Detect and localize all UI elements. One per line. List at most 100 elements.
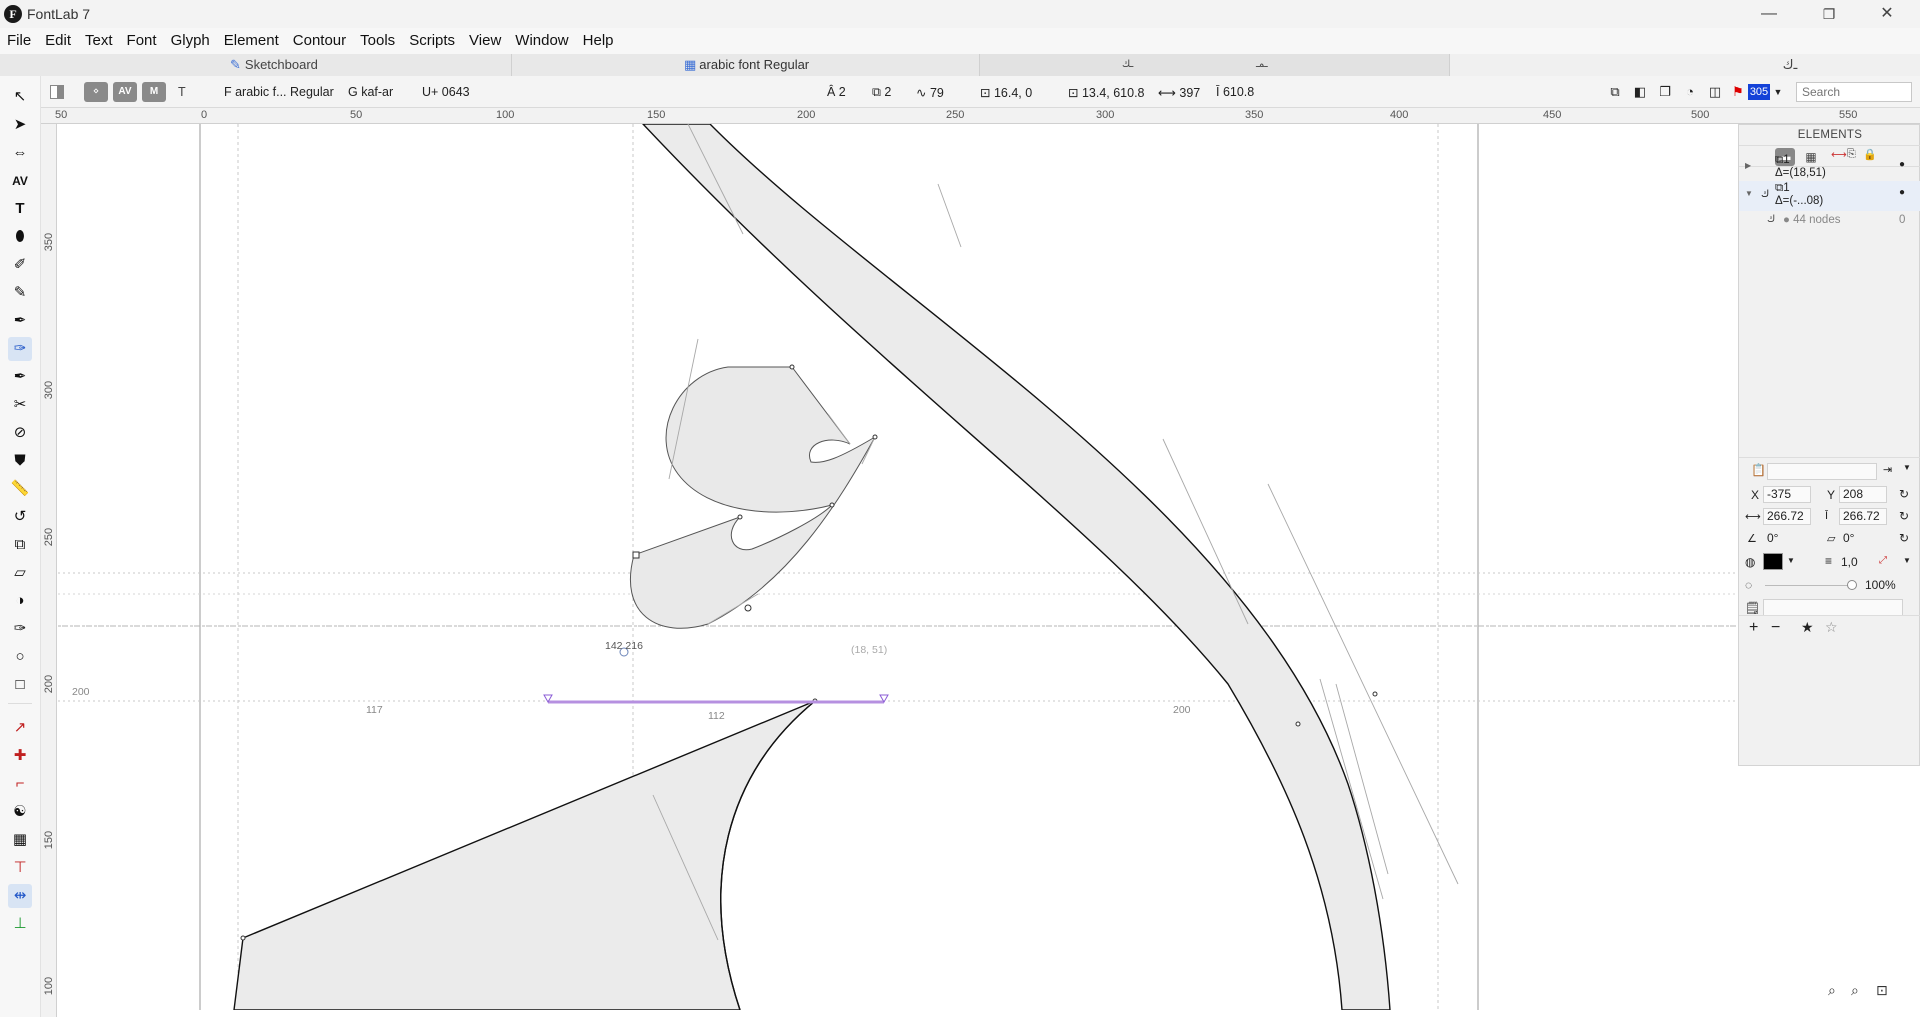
chevron-down-icon[interactable]: ▼ — [1770, 84, 1786, 100]
knife-icon[interactable]: ✂ — [8, 393, 32, 417]
y-position-input[interactable]: 208 — [1839, 486, 1887, 503]
menu-help[interactable]: Help — [576, 28, 621, 54]
copy-icon[interactable]: ❐ — [1657, 84, 1673, 100]
brush-pen-icon[interactable]: ✐ — [8, 253, 32, 277]
stroke-width-input[interactable]: 1,0 — [1841, 555, 1858, 569]
unicode-field[interactable]: U+ 0643 — [422, 85, 470, 99]
eyedropper-icon[interactable]: ✑ — [8, 617, 32, 641]
slant-input[interactable]: 0° — [1843, 531, 1854, 545]
scale-icon[interactable]: ⧉ — [8, 533, 32, 557]
zoom-out-button[interactable]: ⌕ — [1828, 982, 1836, 999]
flag-icon[interactable]: ⚑ — [1730, 84, 1746, 100]
curve-smooth-icon[interactable]: ↗ — [8, 716, 32, 740]
add-node-icon[interactable]: ✚ — [8, 744, 32, 768]
layers-icon[interactable]: ◧ — [1632, 84, 1648, 100]
reset-icon[interactable]: ↻ — [1899, 531, 1909, 545]
element-row-selected[interactable]: ▼ ك ⧉1 Δ=(-...08) ● — [1739, 181, 1920, 211]
reset-icon[interactable]: ↻ — [1899, 509, 1909, 523]
rotate-icon[interactable]: ↺ — [8, 505, 32, 529]
anchor-icon[interactable]: ⊥ — [8, 912, 32, 936]
chevron-down-icon[interactable]: ▼ — [1903, 463, 1911, 472]
toggle-button-t[interactable]: T — [178, 85, 186, 99]
node[interactable] — [829, 502, 835, 508]
import-icon[interactable]: ⇥ — [1883, 463, 1892, 476]
ellipse-icon[interactable]: ○ — [8, 645, 32, 669]
pencil-icon[interactable]: ✎ — [8, 281, 32, 305]
tab-font-window[interactable]: ▦ arabic font Regular — [512, 54, 980, 76]
menu-file[interactable]: File — [0, 28, 38, 54]
fill-icon[interactable]: ⛊ — [8, 449, 32, 473]
glyph-canvas[interactable]: 200 117 112 200 142 216 (18, 51) — [58, 123, 1738, 1011]
align-icon[interactable]: ⇹ — [8, 884, 32, 908]
width-input[interactable]: 266.72 — [1763, 508, 1811, 525]
contour-row[interactable]: ك ● 44 nodes 0 — [1739, 211, 1920, 231]
element-select-icon[interactable]: ➤ — [8, 113, 32, 137]
node[interactable] — [744, 604, 752, 612]
metrics-icon[interactable]: ⇔ — [8, 141, 32, 165]
shape-icon[interactable]: ◔ — [1682, 84, 1698, 100]
glyph-outline-svg[interactable] — [58, 123, 1738, 1011]
visibility-icon[interactable]: ● — [1899, 159, 1905, 170]
frame-icon[interactable]: ◫ — [1707, 84, 1723, 100]
node[interactable] — [789, 364, 795, 370]
sidebar-toggle-icon[interactable] — [50, 85, 64, 99]
pen-icon[interactable]: ✒ — [8, 309, 32, 333]
menu-text[interactable]: Text — [78, 28, 120, 54]
tab-sketchboard[interactable]: ✎ Sketchboard — [230, 54, 512, 76]
glyph-name-field[interactable]: G kaf-ar — [348, 85, 393, 99]
height-input[interactable]: 266.72 — [1839, 508, 1887, 525]
x-position-input[interactable]: -375 — [1763, 486, 1811, 503]
element-row[interactable]: ▶ ⧉1 Δ=(18,51) ● — [1739, 153, 1920, 183]
node[interactable] — [1295, 721, 1301, 727]
ruler-icon[interactable]: 📏 — [8, 477, 32, 501]
menu-edit[interactable]: Edit — [38, 28, 78, 54]
node[interactable] — [1372, 691, 1378, 697]
chevron-down-icon[interactable]: ▼ — [1903, 556, 1911, 565]
toggle-button-a[interactable]: ⋄ — [84, 82, 108, 102]
stack-icon[interactable]: ⧉ — [1607, 84, 1623, 100]
text-tool-icon[interactable]: T — [8, 197, 32, 221]
add-icon[interactable]: + — [1749, 619, 1758, 637]
opacity-slider-handle[interactable] — [1847, 580, 1857, 590]
tab-glyph-group[interactable]: ـك ـمـ — [980, 54, 1450, 76]
menu-window[interactable]: Window — [508, 28, 575, 54]
opacity-value[interactable]: 100% — [1865, 578, 1896, 592]
reset-icon[interactable]: ↻ — [1899, 487, 1909, 501]
start-node[interactable] — [632, 551, 640, 559]
node[interactable] — [240, 935, 246, 941]
close-button[interactable]: ✕ — [1864, 0, 1910, 28]
minimize-button[interactable]: — — [1746, 0, 1792, 28]
vertical-ruler[interactable]: 350 300 250 200 150 100 — [41, 124, 57, 1017]
remove-icon[interactable]: − — [1771, 619, 1780, 637]
menu-scripts[interactable]: Scripts — [402, 28, 462, 54]
menu-glyph[interactable]: Glyph — [164, 28, 217, 54]
collapse-icon[interactable]: ▼ — [1745, 189, 1753, 198]
horizontal-ruler[interactable]: 50 0 50 100 150 200 250 300 350 400 450 … — [41, 108, 1920, 124]
zoom-fit-button[interactable]: ⊡ — [1876, 982, 1888, 999]
grid-tool-icon[interactable]: ▦ — [8, 828, 32, 852]
search-input[interactable] — [1796, 82, 1912, 102]
mark-color-badge[interactable]: 305 — [1748, 84, 1770, 100]
maximize-button[interactable]: ❐ — [1806, 0, 1852, 28]
menu-font[interactable]: Font — [120, 28, 164, 54]
menu-contour[interactable]: Contour — [286, 28, 353, 54]
mirror-icon[interactable]: ◑ — [8, 589, 32, 613]
shear-icon[interactable]: ▱ — [8, 561, 32, 585]
fill-color-swatch[interactable] — [1763, 553, 1783, 570]
pen-add-icon[interactable]: ✒ — [8, 365, 32, 389]
element-name-input[interactable] — [1767, 463, 1877, 480]
rapid-pen-icon[interactable]: ✑ — [8, 337, 32, 361]
toggle-button-av[interactable]: AV — [113, 82, 137, 102]
yin-yang-icon[interactable]: ☯ — [8, 800, 32, 824]
toggle-button-m[interactable]: M — [142, 82, 166, 102]
opacity-slider-track[interactable] — [1765, 585, 1851, 586]
menu-tools[interactable]: Tools — [353, 28, 402, 54]
font-name-field[interactable]: F arabic f... Regular — [224, 85, 334, 99]
rotation-input[interactable]: 0° — [1767, 531, 1778, 545]
rectangle-icon[interactable]: □ — [8, 673, 32, 697]
node[interactable] — [737, 514, 743, 520]
node[interactable] — [872, 434, 878, 440]
menu-element[interactable]: Element — [217, 28, 286, 54]
guide-icon[interactable]: ⊤ — [8, 856, 32, 880]
star-filled-icon[interactable]: ★ — [1801, 619, 1814, 636]
